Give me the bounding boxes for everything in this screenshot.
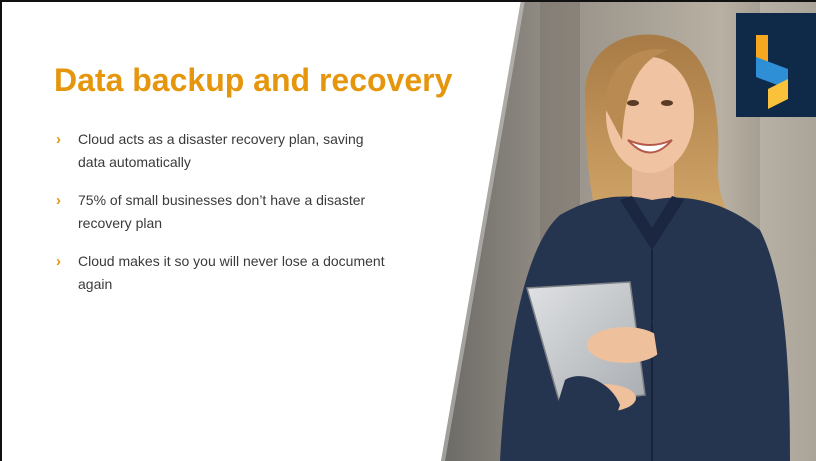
bullet-item: › 75% of small businesses don’t have a d…	[56, 189, 386, 235]
bullet-text: 75% of small businesses don’t have a dis…	[78, 192, 366, 231]
bullet-item: › Cloud makes it so you will never lose …	[56, 250, 386, 296]
brand-logo-icon	[736, 13, 816, 117]
bullet-text: Cloud makes it so you will never lose a …	[78, 253, 385, 292]
slide-border-left	[0, 0, 2, 461]
bullet-item: › Cloud acts as a disaster recovery plan…	[56, 128, 386, 174]
slide-border-top	[0, 0, 816, 2]
bullet-text: Cloud acts as a disaster recovery plan, …	[78, 131, 364, 170]
chevron-right-icon: ›	[56, 192, 61, 209]
bullet-list: › Cloud acts as a disaster recovery plan…	[56, 128, 386, 311]
slide: Data backup and recovery › Cloud acts as…	[0, 0, 816, 461]
chevron-right-icon: ›	[56, 131, 61, 148]
chevron-right-icon: ›	[56, 253, 61, 270]
slide-title: Data backup and recovery	[54, 62, 453, 98]
